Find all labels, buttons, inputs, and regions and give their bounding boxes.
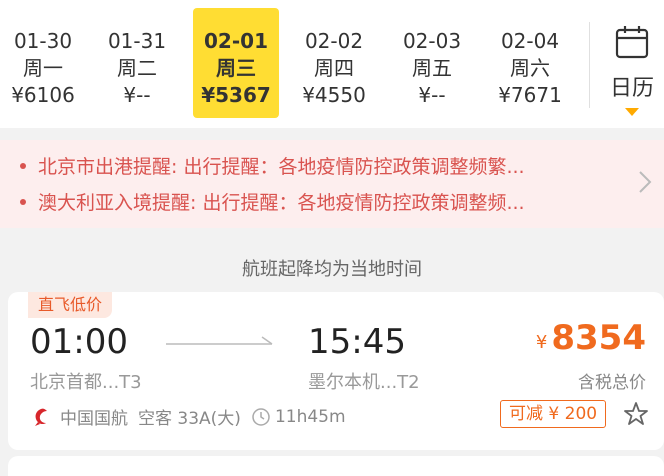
discount-badge: 可减 ¥ 200 [500, 400, 607, 428]
date-label: 01-30 [13, 29, 73, 53]
caret-down-icon [625, 108, 639, 116]
date-price: ¥5367 [201, 83, 271, 107]
notice-banner[interactable]: 北京市出港提醒: 出行提醒：各地疫情防控政策调整频繁... 澳大利亚入境提醒: … [0, 140, 664, 228]
notice-text: 澳大利亚入境提醒: 出行提醒：各地疫情防控政策调整频... [38, 192, 525, 214]
currency-symbol: ¥ [535, 332, 548, 353]
price-note: 含税总价 [578, 373, 646, 393]
divider [589, 22, 590, 108]
weekday-label: 周三 [216, 56, 256, 80]
date-price: ¥7671 [498, 83, 562, 107]
date-label: 02-01 [204, 29, 268, 53]
timezone-note: 航班起降均为当地时间 [242, 259, 422, 280]
notice-item: 澳大利亚入境提醒: 出行提醒：各地疫情防控政策调整频... [20, 188, 525, 215]
duration: 11h45m [274, 406, 346, 427]
weekday-label: 周二 [117, 56, 157, 80]
calendar-button[interactable]: 日历 [600, 18, 664, 116]
price: ¥8354 [536, 318, 646, 358]
calendar-label: 日历 [609, 76, 654, 101]
date-label: 01-31 [107, 29, 167, 53]
bullet-icon [20, 162, 26, 169]
weekday-label: 周四 [314, 56, 354, 80]
date-price: ¥6106 [11, 83, 75, 107]
weekday-label: 周六 [510, 56, 550, 80]
chevron-right-icon[interactable] [636, 168, 654, 196]
clock-icon [252, 407, 270, 426]
aircraft-type: 空客 33A(大) [138, 409, 241, 429]
date-selector-bar: 01-30 周一 ¥6106 01-31 周二 ¥-- 02-01 周三 ¥53… [0, 0, 664, 128]
date-item-0202[interactable]: 02-02 周四 ¥4550 [291, 8, 377, 118]
price-value: 8354 [551, 318, 646, 358]
date-label: 02-02 [304, 29, 364, 53]
next-flight-card[interactable] [8, 456, 664, 476]
date-item-0131[interactable]: 01-31 周二 ¥-- [94, 8, 180, 118]
arrival-airport: 墨尔本机...T2 [308, 372, 420, 393]
flight-card[interactable]: 直飞低价 01:00 15:45 北京首都...T3 墨尔本机...T2 ¥83… [8, 292, 664, 450]
date-price: ¥4550 [302, 83, 366, 107]
star-icon[interactable] [622, 400, 650, 428]
date-item-0203[interactable]: 02-03 周五 ¥-- [389, 8, 475, 118]
flight-meta: 中国国航 空客 33A(大) 11h45m [30, 404, 346, 429]
date-price: ¥-- [123, 83, 151, 107]
date-price: ¥-- [418, 83, 446, 107]
weekday-label: 周五 [412, 56, 452, 80]
weekday-label: 周一 [23, 56, 63, 80]
arrival-time: 15:45 [308, 322, 406, 362]
notice-text: 北京市出港提醒: 出行提醒：各地疫情防控政策调整频繁... [38, 156, 525, 178]
departure-time: 01:00 [30, 322, 128, 362]
arrow-right-icon [166, 336, 273, 345]
date-label: 02-04 [500, 29, 560, 53]
notice-item: 北京市出港提醒: 出行提醒：各地疫情防控政策调整频繁... [20, 152, 525, 179]
date-item-0204[interactable]: 02-04 周六 ¥7671 [487, 8, 573, 118]
airline-name: 中国国航 [60, 409, 128, 429]
promo-tag: 直飞低价 [28, 292, 113, 318]
calendar-icon [615, 26, 649, 59]
date-item-0201-selected[interactable]: 02-01 周三 ¥5367 [193, 8, 279, 118]
date-item-0130[interactable]: 01-30 周一 ¥6106 [0, 8, 86, 118]
departure-airport: 北京首都...T3 [30, 372, 142, 393]
air-china-logo-icon [35, 408, 47, 426]
bullet-icon [20, 198, 26, 205]
date-label: 02-03 [402, 29, 462, 53]
